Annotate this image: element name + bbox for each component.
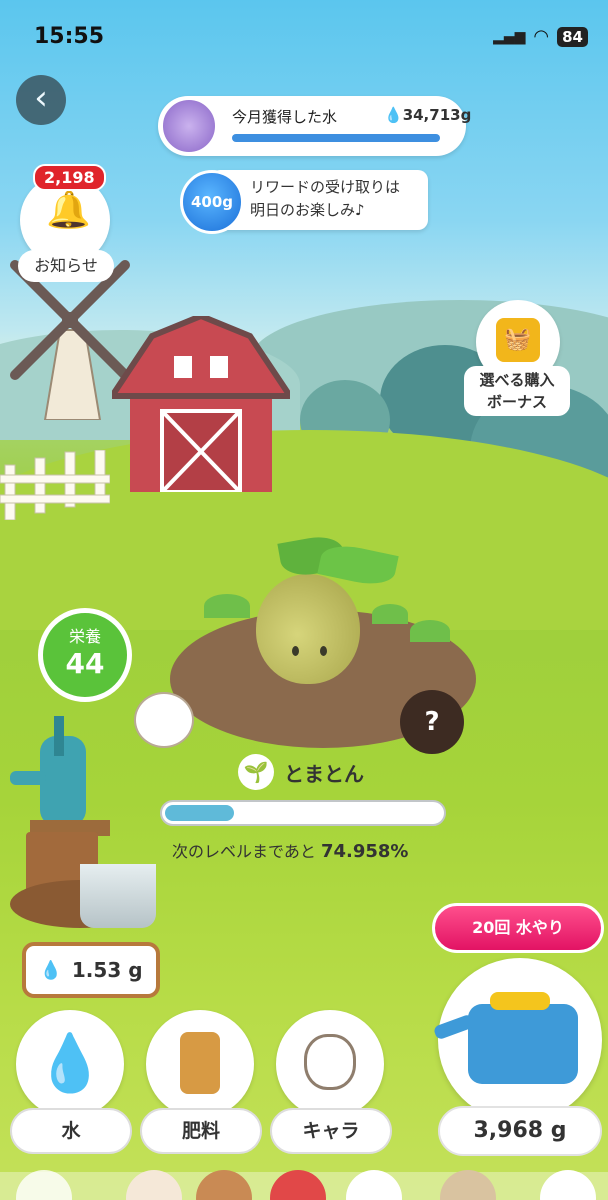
sprout-eye (292, 646, 299, 656)
bucket-icon (80, 864, 156, 928)
character-menu-button[interactable] (276, 1010, 384, 1118)
signal-icon: ▂▄▆ (493, 28, 526, 45)
nutrition-label: 栄養 (68, 627, 101, 646)
notification-badge: 2,198 (33, 164, 106, 191)
water-drop-icon: 💧 (39, 959, 62, 981)
back-button[interactable]: ‹ (16, 75, 66, 125)
level-progress-bar (160, 800, 446, 826)
battery-icon: 84 (557, 26, 588, 47)
level-progress-fill (165, 805, 234, 821)
water-stock-display: 💧 1.53 g (22, 942, 160, 998)
bell-icon: 🔔 (46, 190, 91, 231)
wifi-icon: ◠ (533, 26, 550, 47)
status-icons: ▂▄▆ ◠ 84 (493, 26, 588, 47)
purchase-bonus-label[interactable]: 選べる購入 ボーナス (464, 366, 570, 416)
watering-can-icon (432, 992, 578, 1084)
reward-message: リワードの受け取りは 明日のお楽しみ♪ (250, 176, 400, 222)
sprout-eye (320, 646, 327, 656)
sprout-character[interactable] (256, 574, 360, 684)
rank-emblem-icon (160, 97, 218, 155)
grass-tuft (204, 594, 250, 618)
grass-tuft (372, 604, 408, 624)
water-drop-icon: 💧 (384, 106, 403, 124)
water-pump-illustration (10, 716, 110, 836)
water-stock-amount: 1.53 g (71, 958, 143, 982)
mystery-character-icon[interactable]: ? (400, 690, 464, 754)
monthly-water-progress (232, 134, 440, 142)
reward-line-2: 明日のお楽しみ♪ (250, 201, 365, 219)
water-jar-icon[interactable]: 400g (180, 170, 244, 234)
sprout-icon: 🌱 (238, 754, 274, 790)
nutrition-indicator[interactable]: 栄養 44 (38, 608, 132, 702)
status-time: 15:55 (34, 24, 105, 49)
plant-name-row: 🌱 とまとん (238, 754, 364, 790)
level-progress-text: 次のレベルまであと 74.958% (172, 841, 409, 862)
basket-icon: 🧺 (496, 318, 540, 362)
fence-illustration (0, 450, 110, 520)
monthly-water-label: 今月獲得した水 (232, 108, 338, 126)
water-menu-label[interactable]: 水 (10, 1108, 132, 1154)
fertilizer-menu-label[interactable]: 肥料 (140, 1108, 262, 1154)
character-menu-label[interactable]: キャラ (270, 1108, 392, 1154)
fertilizer-menu-button[interactable] (146, 1010, 254, 1118)
grass-tuft (410, 620, 450, 642)
farm-screen: 15:55 ▂▄▆ ◠ 84 ‹ 今月獲得した水 💧34,713g リワードの受… (0, 0, 608, 1200)
level-progress-value: 74.958% (320, 841, 409, 862)
water-menu-button[interactable]: 💧 (16, 1010, 124, 1118)
chevron-left-icon: ‹ (34, 78, 48, 118)
hamster-character-icon (304, 1034, 356, 1090)
barn-illustration (112, 316, 290, 492)
plant-name: とまとん (284, 761, 364, 786)
hamster-character[interactable] (134, 692, 194, 748)
watering-can-amount: 3,968 g (438, 1106, 602, 1156)
water-drop-icon: 💧 (35, 1031, 105, 1096)
nutrition-value: 44 (65, 647, 105, 680)
notification-label[interactable]: お知らせ (18, 250, 114, 282)
water-20-times-button[interactable]: 20回 水やり (432, 903, 604, 953)
monthly-water-amount: 💧34,713g (384, 106, 472, 124)
reward-line-1: リワードの受け取りは (250, 178, 401, 196)
fertilizer-bag-icon (180, 1032, 220, 1094)
